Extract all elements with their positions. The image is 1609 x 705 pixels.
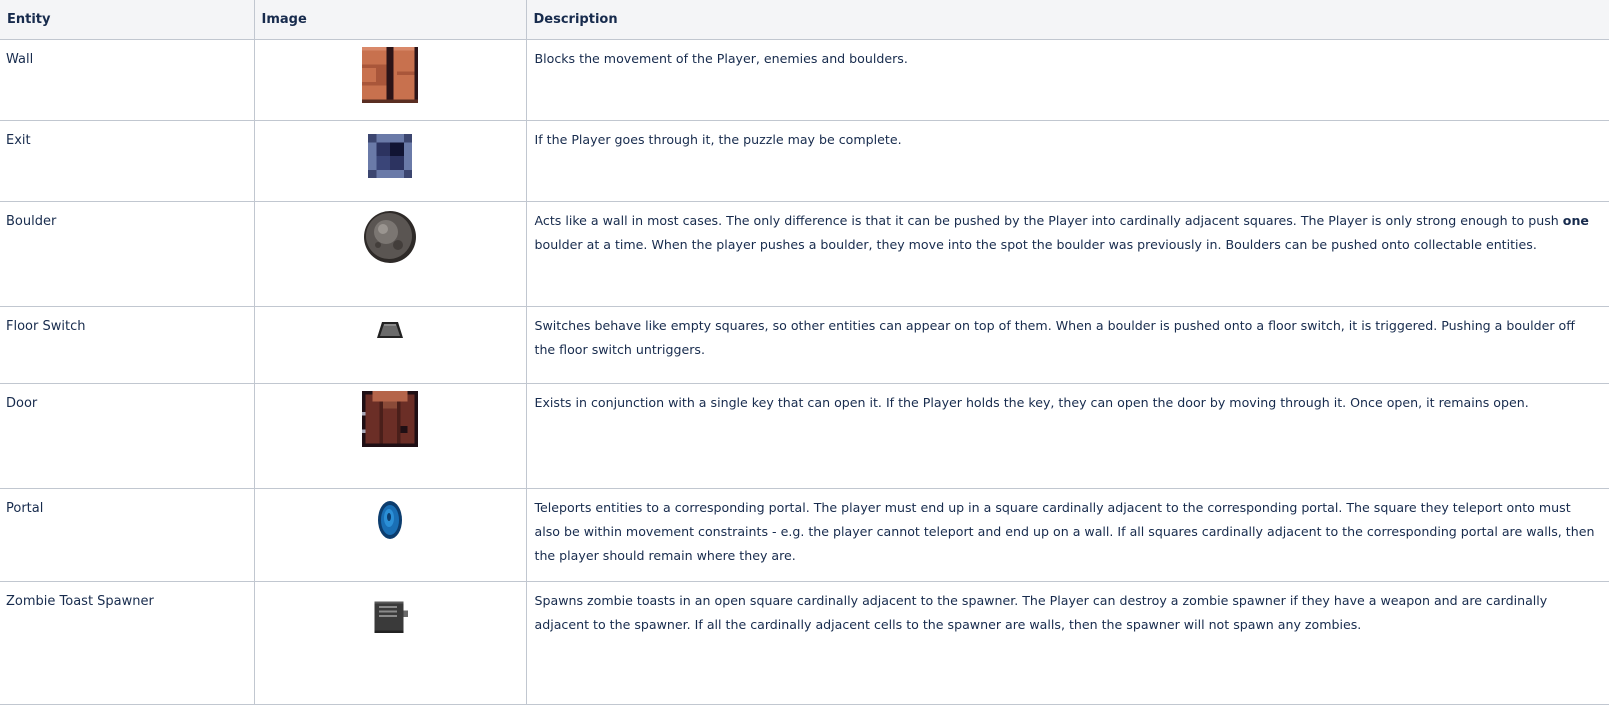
entity-description: Teleports entities to a corresponding po… bbox=[526, 488, 1609, 582]
entity-description: Spawns zombie toasts in an open square c… bbox=[526, 581, 1609, 705]
header-image: Image bbox=[254, 0, 527, 40]
door-icon bbox=[362, 391, 418, 447]
floor-switch-icon bbox=[375, 320, 405, 340]
entities-table: Entity Image Description Wall Blocks the… bbox=[0, 0, 1609, 705]
description-bold: one bbox=[1562, 213, 1589, 228]
portal-icon bbox=[377, 500, 403, 540]
boulder-icon bbox=[362, 209, 418, 265]
entity-image-cell bbox=[254, 120, 527, 202]
header-entity: Entity bbox=[0, 0, 255, 40]
table-row: Wall Blocks the movement of the Player, … bbox=[0, 39, 1609, 121]
entity-image-cell bbox=[254, 201, 527, 307]
table-row: Zombie Toast Spawner Spawns zombie toast… bbox=[0, 581, 1609, 705]
entity-description: Acts like a wall in most cases. The only… bbox=[526, 201, 1609, 307]
table-row: Floor Switch Switches behave like empty … bbox=[0, 306, 1609, 384]
entity-description: Switches behave like empty squares, so o… bbox=[526, 306, 1609, 384]
header-description: Description bbox=[526, 0, 1609, 40]
entity-name: Door bbox=[0, 383, 255, 489]
table-row: Boulder Acts like a wall in most cases. … bbox=[0, 201, 1609, 307]
entity-description: Exists in conjunction with a single key … bbox=[526, 383, 1609, 489]
entity-image-cell bbox=[254, 383, 527, 489]
zombie-toast-spawner-icon bbox=[372, 599, 408, 635]
entity-name: Zombie Toast Spawner bbox=[0, 581, 255, 705]
description-text: boulder at a time. When the player pushe… bbox=[534, 237, 1537, 252]
entity-name: Floor Switch bbox=[0, 306, 255, 384]
table-header-row: Entity Image Description bbox=[0, 0, 1609, 40]
table-row: Exit If the Player goes through it, the … bbox=[0, 120, 1609, 202]
wall-icon bbox=[362, 47, 418, 103]
entity-image-cell bbox=[254, 39, 527, 121]
exit-icon bbox=[368, 134, 412, 178]
table-row: Door Exists in conjunction with a single… bbox=[0, 383, 1609, 489]
entity-image-cell bbox=[254, 581, 527, 705]
entity-description: If the Player goes through it, the puzzl… bbox=[526, 120, 1609, 202]
entity-description: Blocks the movement of the Player, enemi… bbox=[526, 39, 1609, 121]
entity-image-cell bbox=[254, 306, 527, 384]
entity-name: Portal bbox=[0, 488, 255, 582]
entity-name: Exit bbox=[0, 120, 255, 202]
description-text: Acts like a wall in most cases. The only… bbox=[534, 213, 1563, 228]
entity-name: Wall bbox=[0, 39, 255, 121]
entity-image-cell bbox=[254, 488, 527, 582]
table-row: Portal Teleports entities to a correspon… bbox=[0, 488, 1609, 582]
entity-name: Boulder bbox=[0, 201, 255, 307]
